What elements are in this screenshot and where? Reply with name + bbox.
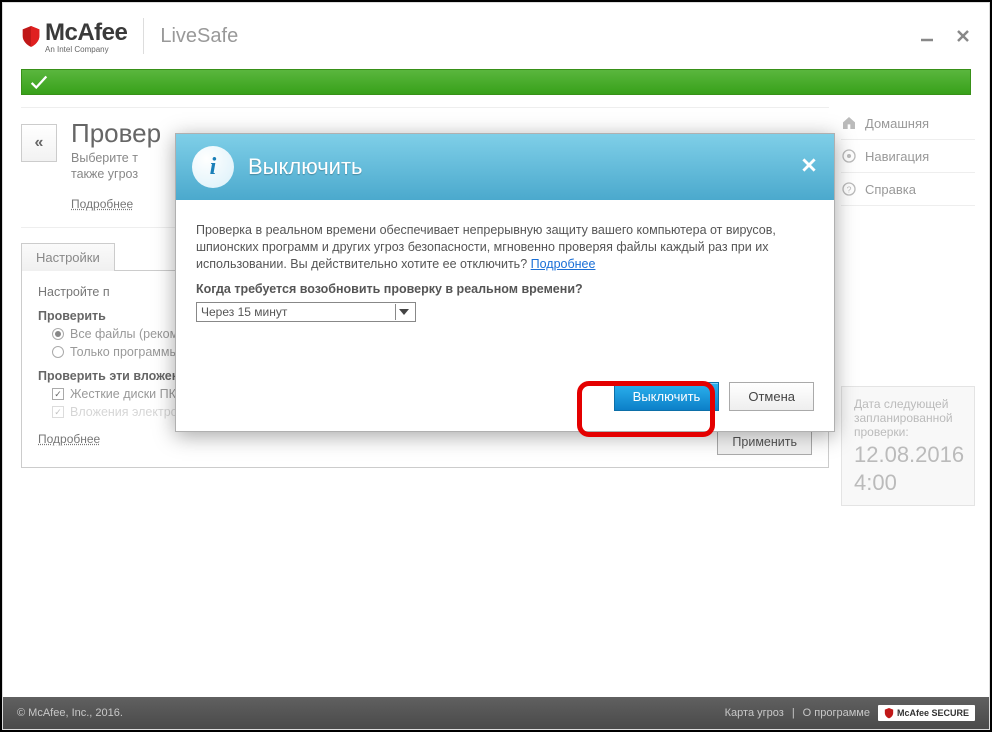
app-window: McAfee An Intel Company LiveSafe « Прове…: [2, 2, 990, 730]
apply-button[interactable]: Применить: [717, 429, 812, 455]
brand-name: McAfee: [45, 19, 127, 46]
shield-icon: [884, 707, 894, 719]
compass-icon: [841, 148, 857, 164]
sidebar-item-home[interactable]: Домашняя: [841, 107, 975, 140]
sidebar-item-label: Справка: [865, 182, 916, 197]
next-scan-date: 12.08.2016: [854, 443, 962, 467]
next-scan-label: Дата следующей запланированной проверки:: [854, 397, 962, 439]
sidebar-item-navigation[interactable]: Навигация: [841, 140, 975, 173]
status-bar: [21, 69, 971, 95]
sidebar: Домашняя Навигация ? Справка Дата следую…: [829, 107, 989, 697]
close-icon[interactable]: [955, 28, 971, 44]
chevron-down-icon: [395, 304, 411, 320]
radio-icon: [52, 346, 64, 358]
product-name: LiveSafe: [160, 25, 238, 48]
about-link[interactable]: О программе: [803, 707, 870, 719]
close-icon: [800, 156, 818, 174]
copyright: © McAfee, Inc., 2016.: [17, 707, 123, 719]
panel-more-link[interactable]: Подробнее: [38, 432, 100, 452]
checkbox-icon: ✓: [52, 388, 64, 400]
help-icon: ?: [841, 181, 857, 197]
sidebar-item-label: Домашняя: [865, 116, 929, 131]
dialog-question: Когда требуется возобновить проверку в р…: [196, 281, 814, 298]
svg-text:?: ?: [847, 184, 852, 194]
more-link[interactable]: Подробнее: [71, 197, 133, 217]
sidebar-item-label: Навигация: [865, 149, 929, 164]
dialog-message: Проверка в реальном времени обеспечивает…: [196, 222, 814, 273]
select-value: Через 15 минут: [201, 305, 287, 319]
dialog-more-link[interactable]: Подробнее: [531, 257, 596, 271]
next-scan-time: 4:00: [854, 471, 962, 495]
divider: [143, 18, 144, 54]
brand-logo: McAfee An Intel Company: [21, 19, 127, 54]
home-icon: [841, 115, 857, 131]
dialog-body: Проверка в реальном времени обеспечивает…: [176, 200, 834, 431]
next-scan-card: Дата следующей запланированной проверки:…: [841, 386, 975, 506]
info-icon: i: [192, 146, 234, 188]
back-button[interactable]: «: [21, 124, 57, 162]
title-bar: McAfee An Intel Company LiveSafe: [3, 3, 989, 69]
checkbox-icon: ✓: [52, 406, 64, 418]
minimize-icon[interactable]: [919, 28, 935, 44]
resume-time-select[interactable]: Через 15 минут: [196, 302, 416, 322]
cancel-button[interactable]: Отмена: [729, 382, 814, 411]
dialog-title: Выключить: [248, 154, 363, 180]
dialog-header: i Выключить: [176, 134, 834, 200]
sidebar-item-help[interactable]: ? Справка: [841, 173, 975, 206]
threat-map-link[interactable]: Карта угроз: [725, 707, 784, 719]
secure-badge: McAfee SECURE: [878, 705, 975, 721]
shield-icon: [21, 24, 41, 48]
checkmark-icon: [28, 71, 50, 93]
disable-button[interactable]: Выключить: [614, 382, 720, 411]
dialog-close-button[interactable]: [800, 156, 818, 179]
radio-icon: [52, 328, 64, 340]
footer: © McAfee, Inc., 2016. Карта угроз | О пр…: [3, 697, 989, 729]
tab-settings[interactable]: Настройки: [21, 243, 115, 271]
disable-dialog: i Выключить Проверка в реальном времени …: [175, 133, 835, 432]
